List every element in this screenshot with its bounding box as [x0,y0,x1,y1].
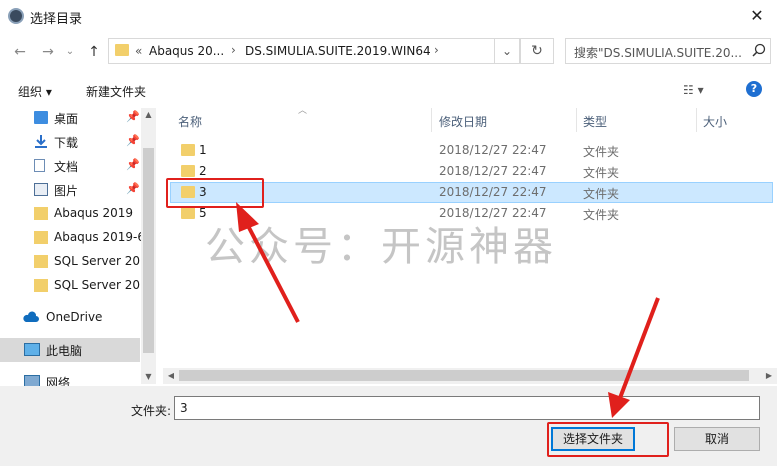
annotation-arrow [608,297,660,418]
annotation-arrow [236,202,300,323]
annotation-arrows [236,202,660,418]
